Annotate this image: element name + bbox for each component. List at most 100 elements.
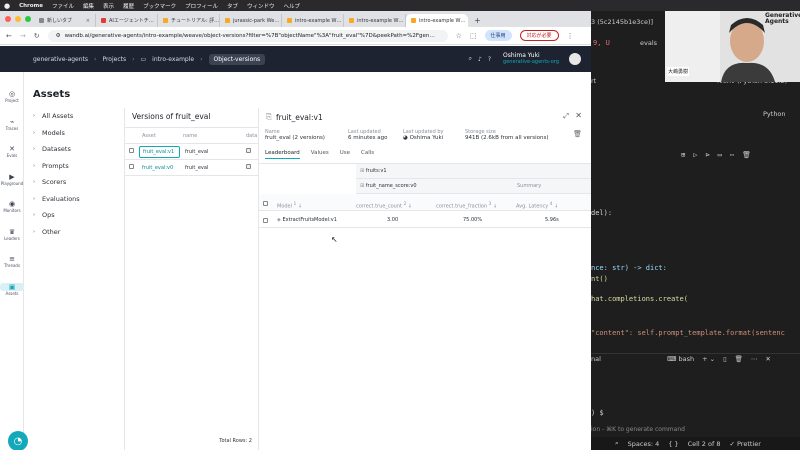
minimize-window-icon[interactable] <box>15 16 21 22</box>
editor-tab-title[interactable]: 3 (5c2145b1e3ce)] <box>591 18 653 26</box>
tab-values[interactable]: Values <box>311 150 329 159</box>
chevron-right-icon[interactable]: › <box>33 163 39 169</box>
menu-item[interactable]: ファイル <box>52 2 74 10</box>
nav-item-models[interactable]: › Models <box>24 125 124 142</box>
browser-tab[interactable]: AIエージェントチ…× <box>96 14 158 27</box>
bell-icon[interactable]: ⌕ <box>615 439 619 448</box>
nav-item-all-assets[interactable]: › All Assets <box>24 108 124 125</box>
more-terminal-icon[interactable]: ⋯ <box>751 355 758 363</box>
search-icon[interactable]: ⌕ <box>469 55 472 63</box>
rail-item-playground[interactable]: ▶ Playground <box>0 173 24 186</box>
evals-tab[interactable]: evals <box>640 39 657 47</box>
close-window-icon[interactable] <box>5 16 11 22</box>
select-all-checkbox[interactable] <box>263 201 268 206</box>
help-icon[interactable]: ? <box>488 56 491 63</box>
column-header-true-count[interactable]: correct.true_count 2 ↓ <box>356 201 412 210</box>
table-row[interactable]: fruit_eval:v1 fruit_eval <box>125 144 259 160</box>
table-row[interactable]: fruit_eval:v0 fruit_eval <box>125 160 259 176</box>
close-panel-icon[interactable]: ✕ <box>765 355 770 363</box>
tab-leaderboard[interactable]: Leaderboard <box>265 150 300 159</box>
rail-item-evals[interactable]: ✕ Evals <box>0 145 24 158</box>
checkbox-icon[interactable] <box>129 148 134 153</box>
breadcrumb-org[interactable]: generative-agents <box>33 56 88 63</box>
expand-icon[interactable]: ⤢ <box>563 112 569 121</box>
avatar[interactable] <box>569 53 581 65</box>
tab-calls[interactable]: Calls <box>361 150 374 159</box>
row-checkbox[interactable] <box>263 218 268 223</box>
column-header-name[interactable]: name <box>180 133 243 139</box>
breadcrumb-current[interactable]: Object-versions <box>208 53 266 65</box>
rail-item-project[interactable]: ◎ Project <box>0 90 24 103</box>
browser-tab[interactable]: チュートリアル: 評…× <box>158 14 220 27</box>
user-info[interactable]: Oshima Yuki generative-agents-org <box>503 52 559 66</box>
reload-icon[interactable]: ↻ <box>34 32 40 40</box>
bookmark-star-icon[interactable]: ☆ <box>456 32 462 40</box>
site-info-icon[interactable]: ⚙ <box>56 33 61 39</box>
menu-item[interactable]: プロフィール <box>185 2 218 10</box>
action-needed-pill[interactable]: 対応が必要 <box>519 30 559 41</box>
menu-item[interactable]: ヘルプ <box>284 2 301 10</box>
menu-item[interactable]: 表示 <box>103 2 114 10</box>
menu-item[interactable]: ウィンドウ <box>247 2 275 10</box>
notifications-icon[interactable]: ♪ <box>478 56 482 63</box>
back-icon[interactable]: ← <box>6 32 12 40</box>
checkbox-icon[interactable] <box>129 164 134 169</box>
browser-tab[interactable]: 新しいタブ × <box>34 14 96 27</box>
row-checkbox[interactable] <box>125 164 139 171</box>
nav-item-scorers[interactable]: › Scorers <box>24 174 124 191</box>
model-cell[interactable]: ◈ ExtractFruitsModel:v1 <box>277 217 337 223</box>
column-header-asset[interactable]: Asset <box>139 133 180 139</box>
browser-tab-active[interactable]: intro-example W…× <box>406 14 468 27</box>
close-tab-icon[interactable]: × <box>86 18 90 24</box>
chevron-right-icon[interactable]: › <box>33 196 39 202</box>
url-bar[interactable]: ⚙ wandb.ai/generative-agents/intro-examp… <box>47 29 448 42</box>
chevron-right-icon[interactable]: › <box>33 146 39 152</box>
menu-item[interactable]: 編集 <box>83 2 94 10</box>
menu-item[interactable]: ブックマーク <box>143 2 176 10</box>
new-terminal-icon[interactable]: + ⌄ <box>702 355 715 363</box>
row-checkbox[interactable] <box>125 148 139 155</box>
delete-icon[interactable]: 🗑 <box>573 130 582 138</box>
menu-app[interactable]: Chrome <box>19 3 43 9</box>
chevron-right-icon[interactable]: › <box>33 179 39 185</box>
column-header-data[interactable]: data <box>243 133 259 139</box>
chevron-right-icon[interactable]: › <box>33 130 39 136</box>
status-indent[interactable]: Spaces: 4 <box>628 440 660 448</box>
nav-item-ops[interactable]: › Ops <box>24 207 124 224</box>
terminal-prompt[interactable]: ) $ <box>591 409 604 417</box>
version-link[interactable]: fruit_eval:v1 <box>139 145 180 158</box>
browser-tab[interactable]: intro-example W…× <box>344 14 406 27</box>
column-header-model[interactable]: Model 1 ↓ <box>277 201 302 210</box>
status-prettier[interactable]: ✓ Prettier <box>729 440 760 448</box>
rail-item-leaders[interactable]: ♛ Leaders <box>0 228 24 241</box>
close-icon[interactable]: ✕ <box>575 111 582 120</box>
browser-tab[interactable]: jurassic-park We…× <box>220 14 282 27</box>
nav-item-evaluations[interactable]: › Evaluations <box>24 191 124 208</box>
tab-use[interactable]: Use <box>340 150 350 159</box>
column-header-latency[interactable]: Avg. Latency 4 ↓ <box>516 201 558 210</box>
zoom-window-icon[interactable] <box>25 16 31 22</box>
column-header-true-fraction[interactable]: correct.true_fraction 3 ↓ <box>436 201 497 210</box>
chat-help-button[interactable]: ◔ <box>8 431 28 450</box>
forward-icon[interactable]: → <box>20 32 26 40</box>
rail-item-traces[interactable]: ⌁ Traces <box>0 118 24 131</box>
rail-item-monitors[interactable]: ◉ Monitors <box>0 200 24 213</box>
status-lang[interactable]: { } <box>668 440 678 448</box>
version-link[interactable]: fruit_eval:v0 <box>139 165 180 171</box>
nav-item-prompts[interactable]: › Prompts <box>24 158 124 175</box>
more-menu-icon[interactable]: ⋮ <box>567 32 574 40</box>
table-row[interactable]: ◈ ExtractFruitsModel:v1 3.00 75.00% 5.96… <box>259 211 591 228</box>
chevron-right-icon[interactable]: › <box>33 212 39 218</box>
run-cell-icon[interactable]: ▷ <box>693 151 697 159</box>
chevron-right-icon[interactable]: › <box>33 229 39 235</box>
split-terminal-icon[interactable]: ▯ <box>723 355 727 363</box>
split-cell-icon[interactable]: ▭ <box>718 151 722 159</box>
nav-item-other[interactable]: › Other <box>24 224 124 241</box>
nav-item-datasets[interactable]: › Datasets <box>24 141 124 158</box>
browser-tab[interactable]: intro-example W…× <box>282 14 344 27</box>
rail-item-threads[interactable]: ≡ Threads <box>0 255 24 268</box>
terminal-shell[interactable]: ⌨ bash <box>667 355 694 363</box>
run-below-icon[interactable]: ⊳ <box>705 151 709 159</box>
run-above-icon[interactable]: ⊞ <box>681 151 685 159</box>
status-cell[interactable]: Cell 2 of 8 <box>688 440 721 448</box>
